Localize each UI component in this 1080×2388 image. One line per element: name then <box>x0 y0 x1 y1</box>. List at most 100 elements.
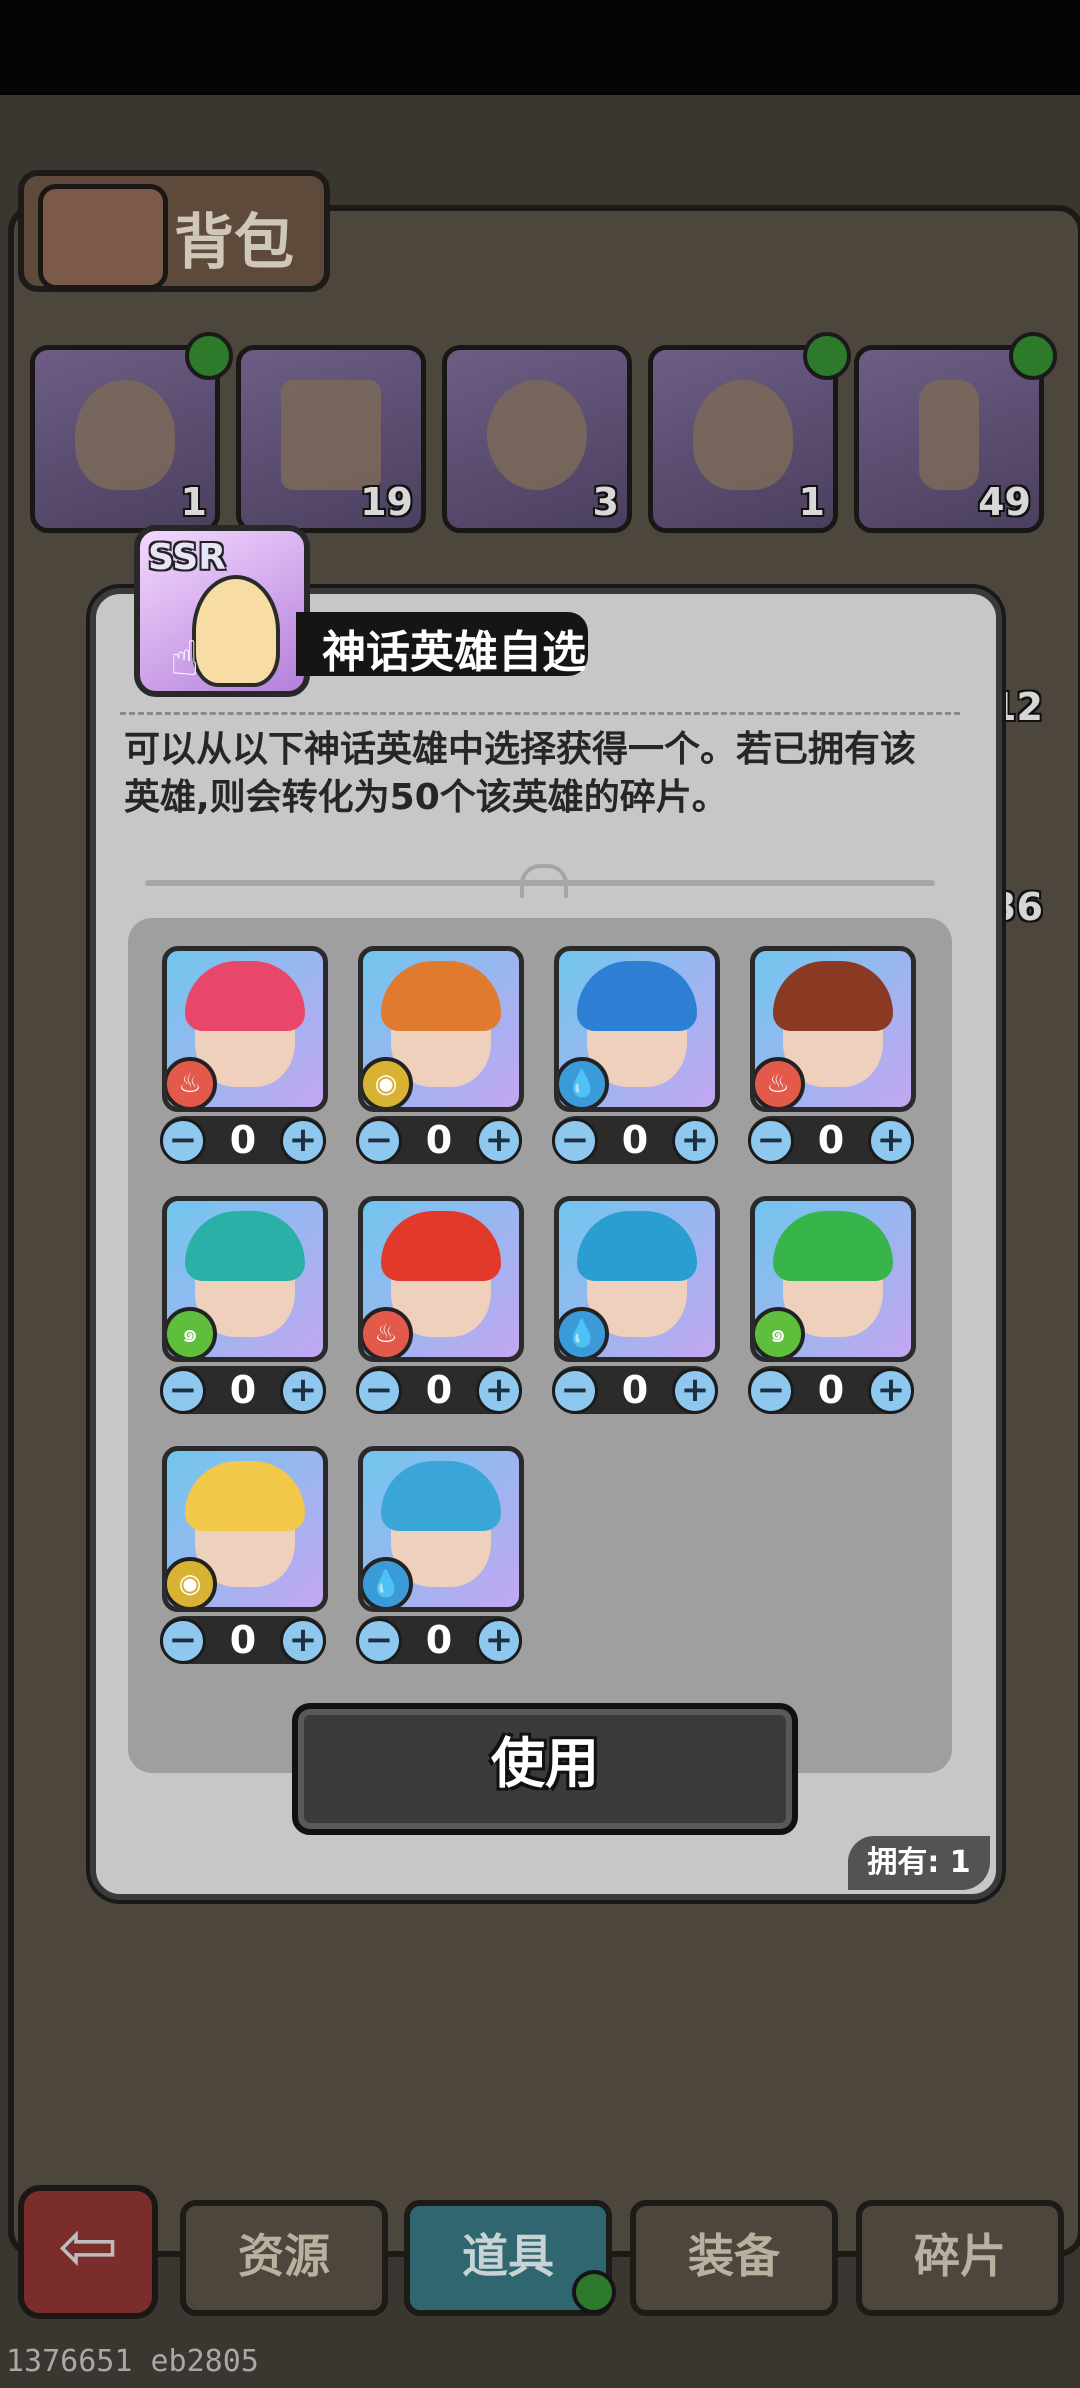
minus-button[interactable]: − <box>552 1118 598 1164</box>
owned-count: 拥有: 1 <box>848 1836 990 1890</box>
quantity-stepper: −0 + <box>160 1616 326 1664</box>
minus-button[interactable]: − <box>356 1368 402 1414</box>
hero-hair <box>381 1211 501 1281</box>
bag-title: 背包 <box>174 208 294 278</box>
bag-header: 背包 <box>18 170 330 292</box>
bag-item[interactable]: 1 <box>30 332 233 533</box>
hero-option: ◉ −0 + <box>160 1446 330 1676</box>
water-element-icon: 💧 <box>363 1557 413 1607</box>
earth-element-icon: ◉ <box>167 1557 217 1607</box>
hero-portrait[interactable]: ♨ <box>358 1196 524 1362</box>
item-count: 19 <box>360 480 413 524</box>
hero-portrait[interactable]: ♨ <box>162 946 328 1112</box>
hero-silhouette-icon <box>192 575 280 687</box>
water-element-icon: 💧 <box>559 1057 609 1107</box>
hero-option: 💧 −0 + <box>356 1446 526 1676</box>
quantity-value: 0 <box>817 1118 845 1162</box>
notification-dot <box>572 2270 616 2314</box>
plus-button[interactable]: + <box>280 1618 326 1664</box>
key-icon <box>919 380 979 490</box>
hero-option: ♨ −0 + <box>748 946 918 1176</box>
use-button-label: 使用 <box>491 1732 599 1795</box>
plus-button[interactable]: + <box>280 1118 326 1164</box>
hero-option: ♨ −0 + <box>160 946 330 1176</box>
hero-grid: ♨ −0 + ◉ −0 + 💧 −0 + ♨ −0 +๑−0 + ♨ −0 + 💧 −0 +๑−0 + ◉ −0 + 💧 −0 + <box>128 918 952 1773</box>
book-icon <box>281 380 381 490</box>
bag-item[interactable]: 3 <box>442 345 632 533</box>
hero-portrait[interactable]: ♨ <box>750 946 916 1112</box>
wind-element-icon: ๑ <box>167 1307 217 1357</box>
item-count: 1 <box>180 480 207 524</box>
wind-element-icon: ๑ <box>755 1307 805 1357</box>
hero-portrait[interactable]: ◉ <box>358 946 524 1112</box>
hero-portrait[interactable]: 💧 <box>554 946 720 1112</box>
minus-button[interactable]: − <box>356 1118 402 1164</box>
hero-hair <box>773 961 893 1031</box>
earth-element-icon: ◉ <box>363 1057 413 1107</box>
quantity-value: 0 <box>229 1118 257 1162</box>
plus-button[interactable]: + <box>476 1368 522 1414</box>
minus-button[interactable]: − <box>160 1618 206 1664</box>
item-count: 49 <box>978 480 1031 524</box>
divider-ornament <box>520 864 568 898</box>
hero-portrait[interactable]: ๑ <box>750 1196 916 1362</box>
plus-button[interactable]: + <box>672 1368 718 1414</box>
minus-button[interactable]: − <box>160 1118 206 1164</box>
pointer-hand-icon: ☝ <box>170 631 200 687</box>
plus-button[interactable]: + <box>672 1118 718 1164</box>
quantity-stepper: −0 + <box>552 1366 718 1414</box>
hero-portrait[interactable]: 💧 <box>358 1446 524 1612</box>
backpack-icon <box>38 184 168 290</box>
plus-button[interactable]: + <box>476 1118 522 1164</box>
build-watermark: 1376651 eb2805 <box>6 2344 259 2379</box>
minus-button[interactable]: − <box>748 1118 794 1164</box>
minus-button[interactable]: − <box>552 1368 598 1414</box>
quantity-stepper: −0 + <box>748 1366 914 1414</box>
notification-dot <box>185 332 233 380</box>
hero-option: ๑ −0 + <box>160 1196 330 1426</box>
hero-portrait[interactable]: 💧 <box>554 1196 720 1362</box>
tab-resources[interactable]: 资源 <box>180 2200 388 2316</box>
minus-button[interactable]: − <box>356 1618 402 1664</box>
quantity-value: 0 <box>229 1368 257 1412</box>
hero-hair <box>577 1211 697 1281</box>
bottom-nav: ⇦ 资源 道具 装备 碎片 <box>0 2180 1080 2330</box>
hero-hair <box>577 961 697 1031</box>
tab-equipment[interactable]: 装备 <box>630 2200 838 2316</box>
fire-element-icon: ♨ <box>755 1057 805 1107</box>
quantity-stepper: −0 + <box>356 1116 522 1164</box>
item-count: 1 <box>798 480 825 524</box>
hero-portrait[interactable]: ◉ <box>162 1446 328 1612</box>
fire-element-icon: ♨ <box>167 1057 217 1107</box>
hero-hair <box>381 1461 501 1531</box>
hero-option: ◉ −0 + <box>356 946 526 1176</box>
quantity-value: 0 <box>425 1118 453 1162</box>
quantity-stepper: −0 + <box>748 1116 914 1164</box>
back-arrow-icon: ⇦ <box>57 2204 119 2288</box>
plus-button[interactable]: + <box>476 1618 522 1664</box>
tab-fragments[interactable]: 碎片 <box>856 2200 1064 2316</box>
bag-item[interactable]: 49 <box>854 332 1057 533</box>
minus-button[interactable]: − <box>748 1368 794 1414</box>
quantity-value: 0 <box>425 1368 453 1412</box>
dialog-title: 神话英雄自选 <box>322 627 586 678</box>
plus-button[interactable]: + <box>280 1368 326 1414</box>
hero-hair <box>773 1211 893 1281</box>
quantity-stepper: −0 + <box>160 1116 326 1164</box>
use-button[interactable]: 使用 <box>292 1703 798 1835</box>
ssr-badge: SSR <box>148 537 226 578</box>
bag-item[interactable]: 1 <box>648 332 851 533</box>
minus-button[interactable]: − <box>160 1368 206 1414</box>
hero-portrait[interactable]: ๑ <box>162 1196 328 1362</box>
plus-button[interactable]: + <box>868 1368 914 1414</box>
back-button[interactable]: ⇦ <box>18 2185 158 2319</box>
quantity-stepper: −0 + <box>356 1616 522 1664</box>
quantity-stepper: −0 + <box>552 1116 718 1164</box>
divider <box>120 712 960 715</box>
quantity-value: 0 <box>621 1368 649 1412</box>
notification-dot <box>1009 332 1057 380</box>
hero-option: 💧 −0 + <box>552 946 722 1176</box>
plus-button[interactable]: + <box>868 1118 914 1164</box>
ssr-selector-icon <box>75 380 175 490</box>
bag-item[interactable]: 19 <box>236 345 426 533</box>
